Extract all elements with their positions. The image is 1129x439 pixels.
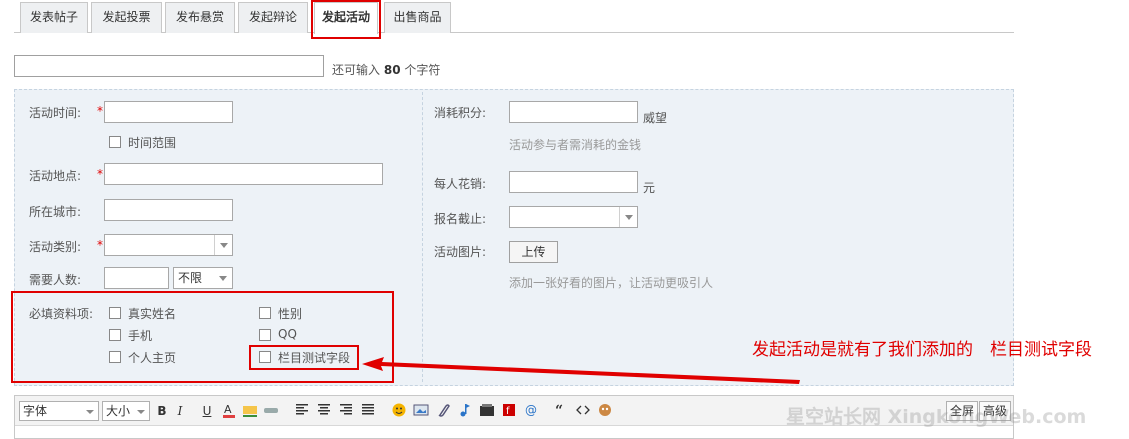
people-limit-value: 不限 (178, 271, 203, 285)
image-icon[interactable] (413, 402, 429, 420)
cost-unit: 元 (643, 181, 656, 195)
align-center-icon[interactable] (316, 402, 332, 420)
upload-button[interactable]: 上传 (509, 241, 558, 263)
people-limit-select[interactable]: 不限 (173, 267, 233, 289)
align-left-icon[interactable] (294, 402, 310, 420)
required-mark: * (97, 167, 103, 181)
active-tab-highlight (311, 0, 381, 39)
subject-input[interactable] (14, 55, 324, 77)
justify-icon[interactable] (360, 402, 376, 420)
hint-suffix: 个字符 (404, 63, 441, 77)
deadline-label: 报名截止: (434, 212, 487, 226)
time-range-checkbox[interactable] (109, 136, 121, 148)
points-label: 消耗积分: (434, 106, 487, 120)
font-family-select[interactable]: 字体 (19, 401, 99, 421)
points-hint: 活动参与者需消耗的金钱 (509, 138, 642, 152)
chevron-down-icon (214, 235, 232, 255)
subject-char-hint: 还可输入 80 个字符 (332, 61, 440, 78)
code-icon[interactable] (575, 402, 591, 420)
points-unit: 威望 (643, 111, 668, 125)
activity-location-input[interactable] (104, 163, 383, 185)
activity-time-input[interactable] (104, 101, 233, 123)
font-size-select[interactable]: 大小 (102, 401, 150, 421)
remaining-count: 80 (383, 63, 401, 77)
chevron-down-icon (214, 268, 232, 288)
tab-sell-goods[interactable]: 出售商品 (384, 2, 451, 33)
mention-icon[interactable]: @ (523, 402, 539, 420)
required-mark: * (97, 238, 103, 252)
time-range-label: 时间范围 (128, 136, 177, 150)
category-select[interactable] (104, 234, 233, 256)
hidden-content-icon[interactable] (597, 402, 613, 420)
chevron-down-icon (619, 207, 637, 227)
activity-time-label: 活动时间: (29, 106, 82, 120)
underline-button[interactable]: U (199, 402, 215, 420)
column-divider (422, 92, 423, 382)
bold-button[interactable]: B (154, 402, 170, 420)
link-icon[interactable] (263, 402, 279, 420)
people-count-label: 需要人数: (29, 273, 82, 287)
cost-input[interactable] (509, 171, 638, 193)
cost-label: 每人花销: (434, 177, 487, 191)
site-watermark: 星空站长网 XingkongWeb.com (786, 406, 1087, 428)
emoticon-icon[interactable] (391, 402, 407, 420)
annotation-arrow (362, 357, 800, 384)
tab-new-debate[interactable]: 发起辩论 (238, 2, 308, 33)
city-input[interactable] (104, 199, 233, 221)
svg-text:@: @ (525, 403, 537, 417)
align-right-icon[interactable] (338, 402, 354, 420)
activity-location-label: 活动地点: (29, 169, 82, 183)
required-mark: * (97, 104, 103, 118)
text-bgcolor-icon[interactable] (242, 402, 258, 420)
italic-button[interactable]: I (172, 402, 188, 420)
image-label: 活动图片: (434, 245, 487, 259)
tab-new-poll[interactable]: 发起投票 (91, 2, 162, 33)
audio-icon[interactable] (457, 402, 473, 420)
quote-icon[interactable]: “ (553, 402, 569, 420)
category-label: 活动类别: (29, 240, 82, 254)
city-label: 所在城市: (29, 205, 82, 219)
people-count-input[interactable] (104, 267, 169, 289)
tab-new-reward[interactable]: 发布悬赏 (165, 2, 235, 33)
annotation-text: 发起活动是就有了我们添加的 栏目测试字段 (752, 340, 1092, 360)
svg-text:f: f (506, 406, 510, 417)
image-hint: 添加一张好看的图片，让活动更吸引人 (509, 276, 714, 290)
attachment-icon[interactable] (435, 402, 451, 420)
video-icon[interactable] (479, 402, 495, 420)
svg-text:A: A (224, 403, 232, 416)
post-type-tabs: 发表帖子 发起投票 发布悬赏 发起辩论 发起活动 出售商品 (14, 0, 1014, 34)
text-color-icon[interactable]: A (221, 402, 237, 420)
svg-text:“: “ (555, 403, 563, 418)
hint-prefix: 还可输入 (332, 63, 381, 77)
points-input[interactable] (509, 101, 638, 123)
custom-field-highlight (249, 345, 359, 370)
deadline-select[interactable] (509, 206, 638, 228)
tab-new-thread[interactable]: 发表帖子 (20, 2, 88, 33)
flash-icon[interactable]: f (501, 402, 517, 420)
